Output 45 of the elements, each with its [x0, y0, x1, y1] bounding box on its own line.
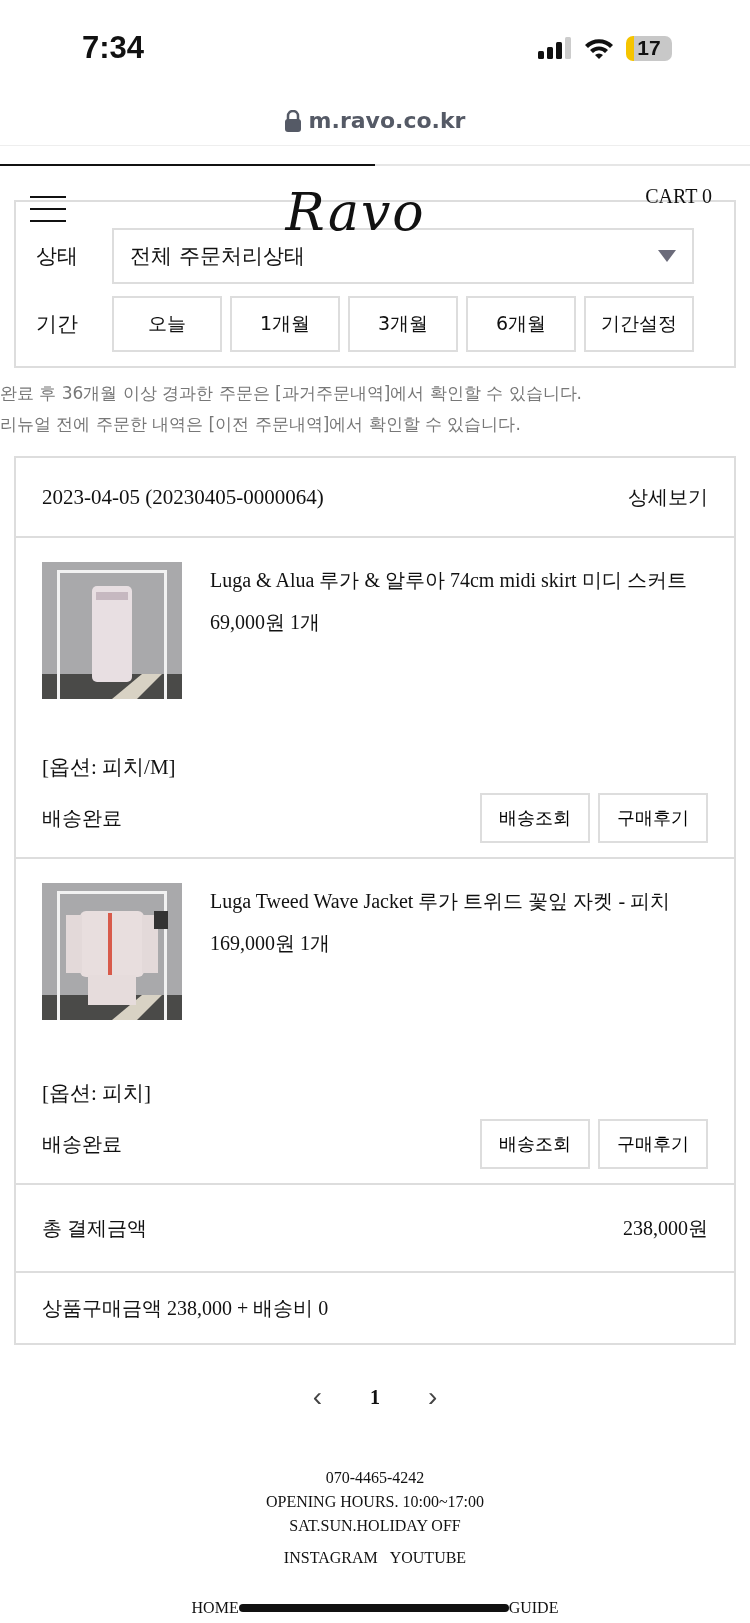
product-price: 169,000원 1개: [210, 931, 331, 956]
detail-link[interactable]: 상세보기: [628, 483, 708, 511]
product-name[interactable]: Luga & Alua 루가 & 알루아 74cm midi skirt 미디 스커트: [210, 566, 687, 595]
footer-link[interactable]: GUIDE: [508, 1599, 559, 1617]
page-number[interactable]: 1: [366, 1385, 384, 1409]
product-option: [옵션: 피치]: [42, 1079, 708, 1107]
product-name[interactable]: Luga Tweed Wave Jacket 루가 트위드 꽃잎 자켓 - 피치: [210, 887, 671, 916]
period-button[interactable]: 1개월: [230, 296, 340, 352]
battery-level: 17: [626, 35, 672, 61]
period-button[interactable]: 3개월: [348, 296, 458, 352]
cart-link[interactable]: CART 0: [645, 185, 712, 208]
wifi-icon: [584, 37, 614, 59]
delivery-status: 배송완료: [42, 805, 122, 831]
holiday-note: SAT.SUN.HOLIDAY OFF: [289, 1517, 461, 1535]
filter-label: 상태: [36, 243, 79, 270]
signal-icon: [538, 37, 572, 59]
next-page-button[interactable]: ›: [424, 1381, 442, 1413]
period-button[interactable]: 기간설정: [584, 296, 694, 352]
order-action-button[interactable]: 구매후기: [598, 793, 708, 843]
menu-icon[interactable]: [30, 196, 66, 222]
period-button[interactable]: 6개월: [466, 296, 576, 352]
footer-link[interactable]: HOME: [191, 1599, 239, 1617]
order-action-button[interactable]: 구매후기: [598, 1119, 708, 1169]
social-link[interactable]: YOUTUBE: [389, 1549, 467, 1567]
phone-number: 070-4465-4242: [325, 1469, 425, 1487]
order-date: 2023-04-05 (20230405-0000064): [42, 484, 324, 510]
social-link[interactable]: INSTAGRAM: [283, 1549, 378, 1567]
previous-page-button[interactable]: ‹: [308, 1381, 326, 1413]
order-action-button[interactable]: 배송조회: [480, 793, 590, 843]
period-button[interactable]: 오늘: [112, 296, 222, 352]
product-option: [옵션: 피치/M]: [42, 753, 708, 781]
dropdown-icon: [658, 250, 676, 262]
opening-hours: OPENING HOURS. 10:00~17:00: [266, 1493, 484, 1511]
notice-text: 리뉴얼 전에 주문한 내역은 [이전 주문내역]에서 확인할 수 있습니다.: [0, 413, 522, 436]
status-time: 7:34: [82, 30, 145, 66]
lock-icon: [284, 109, 301, 132]
product-price: 69,000원 1개: [210, 610, 321, 635]
filter-label: 기간: [36, 311, 79, 338]
order-action-button[interactable]: 배송조회: [480, 1119, 590, 1169]
price-breakdown: 상품구매금액 238,000 + 배송비 0: [42, 1295, 329, 1321]
notice-text: 완료 후 36개월 이상 경과한 주문은 [과거주문내역]에서 확인할 수 있습니다.: [0, 382, 583, 405]
total-amount: 238,000원: [623, 1215, 708, 1241]
delivery-status: 배송완료: [42, 1131, 122, 1157]
total-label: 총 결제금액: [42, 1215, 147, 1241]
url-text: m.ravo.co.kr: [308, 108, 466, 133]
